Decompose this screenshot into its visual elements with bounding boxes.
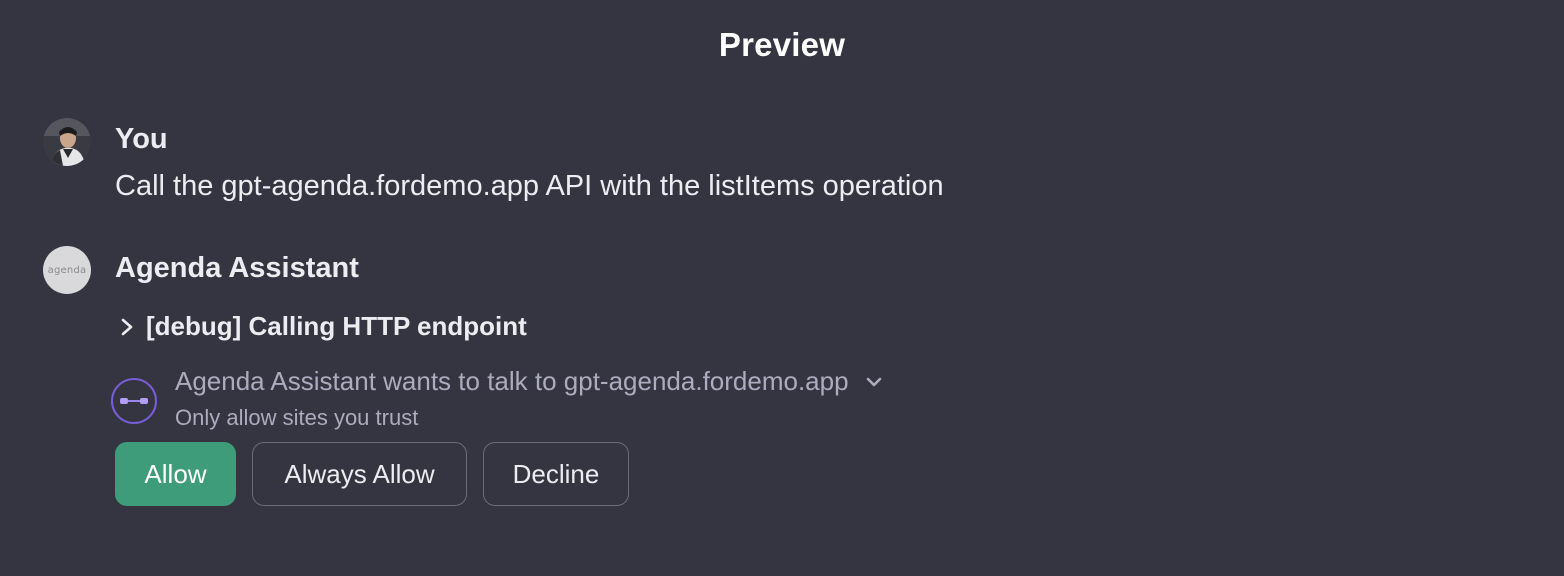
preview-panel: Preview You Call the gpt-agenda.fordemo.… [0, 0, 1564, 576]
permission-request-text: Agenda Assistant wants to talk to gpt-ag… [175, 366, 849, 396]
chevron-right-icon [120, 316, 136, 338]
debug-label: [debug] Calling HTTP endpoint [146, 311, 527, 341]
allow-button[interactable]: Allow [115, 442, 236, 506]
assistant-name: Agenda Assistant [115, 252, 359, 284]
chevron-down-icon[interactable] [863, 371, 885, 393]
user-message: Call the gpt-agenda.fordemo.app API with… [115, 170, 944, 202]
assistant-avatar: agenda [43, 246, 91, 294]
page-title: Preview [718, 26, 846, 63]
assistant-avatar-text: agenda [47, 264, 87, 276]
debug-toggle[interactable]: [debug] Calling HTTP endpoint [120, 311, 527, 342]
user-photo-avatar-icon [43, 118, 91, 166]
always-allow-button[interactable]: Always Allow [252, 442, 467, 506]
permission-warning: Only allow sites you trust [175, 405, 419, 430]
user-avatar [43, 118, 91, 166]
permission-request: Agenda Assistant wants to talk to gpt-ag… [175, 366, 885, 397]
link-icon [111, 378, 157, 424]
user-name: You [115, 123, 168, 155]
decline-button[interactable]: Decline [483, 442, 629, 506]
